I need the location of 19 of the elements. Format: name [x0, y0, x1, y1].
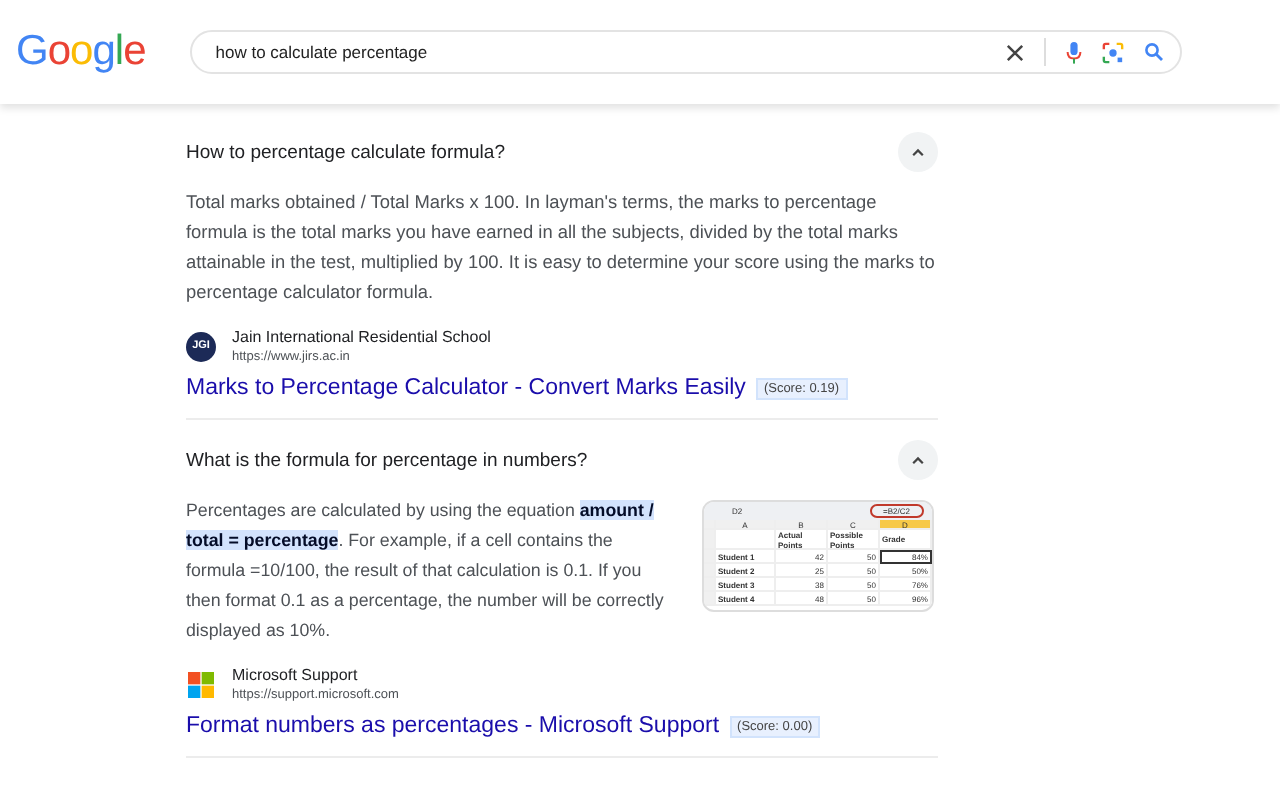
collapse-button[interactable]	[898, 440, 938, 480]
result-link[interactable]: Marks to Percentage Calculator - Convert Marks Easily	[186, 376, 746, 400]
source-name: Jain International Residential School	[232, 328, 491, 346]
answer-text: Total marks obtained / Total Marks x 100. In layman's terms, the marks to percentage formula is the total marks you have earned in all the subjects, divided by the total marks attainable in the test, multiplied by 100. It is easy to determine your score using the marks to percentage calculator formula.	[186, 190, 937, 306]
chevron-up-icon	[910, 144, 926, 160]
answer-text: Percentages are calculated by using the equation amount / total = percentage. For example, if a cell contains the formula =10/100, the result of that calculation is 0.1. If you then format 0.1 as a percentage, the number will be correctly displayed as 10%.	[186, 498, 666, 644]
question-text[interactable]: How to percentage calculate formula?	[186, 141, 505, 163]
source-name: Microsoft Support	[232, 666, 360, 684]
result-link[interactable]: Format numbers as percentages - Microsoft Support	[186, 714, 720, 738]
clear-icon[interactable]	[1005, 43, 1024, 61]
windows-logo-icon	[188, 671, 214, 697]
microphone-icon[interactable]	[1065, 41, 1082, 63]
search-field[interactable]: how to calculate percentage	[189, 30, 1182, 74]
google-logo[interactable]: Google	[16, 28, 146, 76]
chevron-up-icon	[910, 452, 926, 468]
question-text[interactable]: What is the formula for percentage in numbers?	[186, 449, 588, 471]
collapse-button[interactable]	[898, 132, 938, 172]
search-icon[interactable]	[1143, 42, 1164, 62]
camera-icon[interactable]	[1101, 41, 1124, 63]
